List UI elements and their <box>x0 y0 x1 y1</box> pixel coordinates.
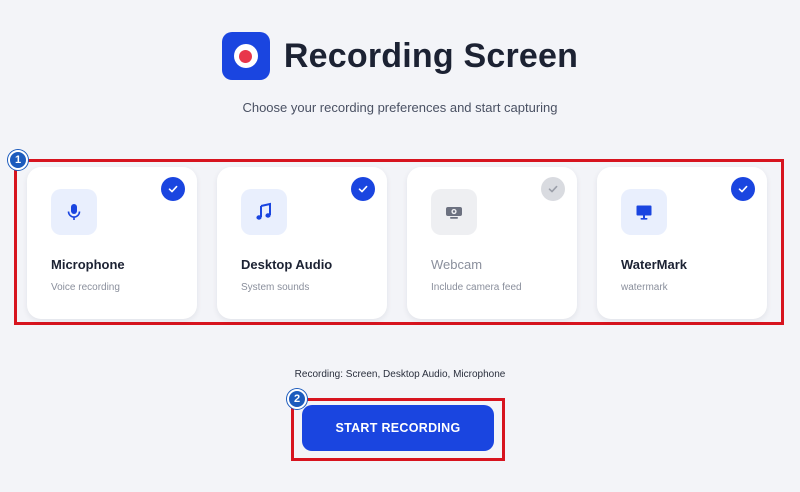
annotation-badge-1: 1 <box>8 150 28 170</box>
annotation-badge-2: 2 <box>287 389 307 409</box>
music-note-icon <box>241 189 287 235</box>
option-card-webcam[interactable]: Webcam Include camera feed <box>407 167 577 319</box>
webcam-icon <box>431 189 477 235</box>
option-title: Desktop Audio <box>241 257 333 272</box>
option-subtitle: watermark <box>621 282 668 293</box>
check-icon[interactable] <box>731 177 755 201</box>
option-card-microphone[interactable]: Microphone Voice recording <box>27 167 197 319</box>
page-header: Recording Screen <box>0 32 800 80</box>
check-icon[interactable] <box>161 177 185 201</box>
option-title: Webcam <box>431 257 483 272</box>
check-icon[interactable] <box>541 177 565 201</box>
monitor-icon <box>621 189 667 235</box>
option-card-watermark[interactable]: WaterMark watermark <box>597 167 767 319</box>
microphone-icon <box>51 189 97 235</box>
page-title: Recording Screen <box>283 36 579 75</box>
option-title: Microphone <box>51 257 125 272</box>
option-subtitle: Include camera feed <box>431 282 522 293</box>
option-subtitle: System sounds <box>241 282 310 293</box>
recording-status-text: Recording: Screen, Desktop Audio, Microp… <box>294 369 506 380</box>
record-icon <box>221 32 270 80</box>
option-title: WaterMark <box>621 257 687 272</box>
page-subtitle: Choose your recording preferences and st… <box>242 100 558 115</box>
option-subtitle: Voice recording <box>51 282 120 293</box>
option-card-desktop-audio[interactable]: Desktop Audio System sounds <box>217 167 387 319</box>
start-recording-button[interactable]: START RECORDING <box>302 405 494 451</box>
check-icon[interactable] <box>351 177 375 201</box>
